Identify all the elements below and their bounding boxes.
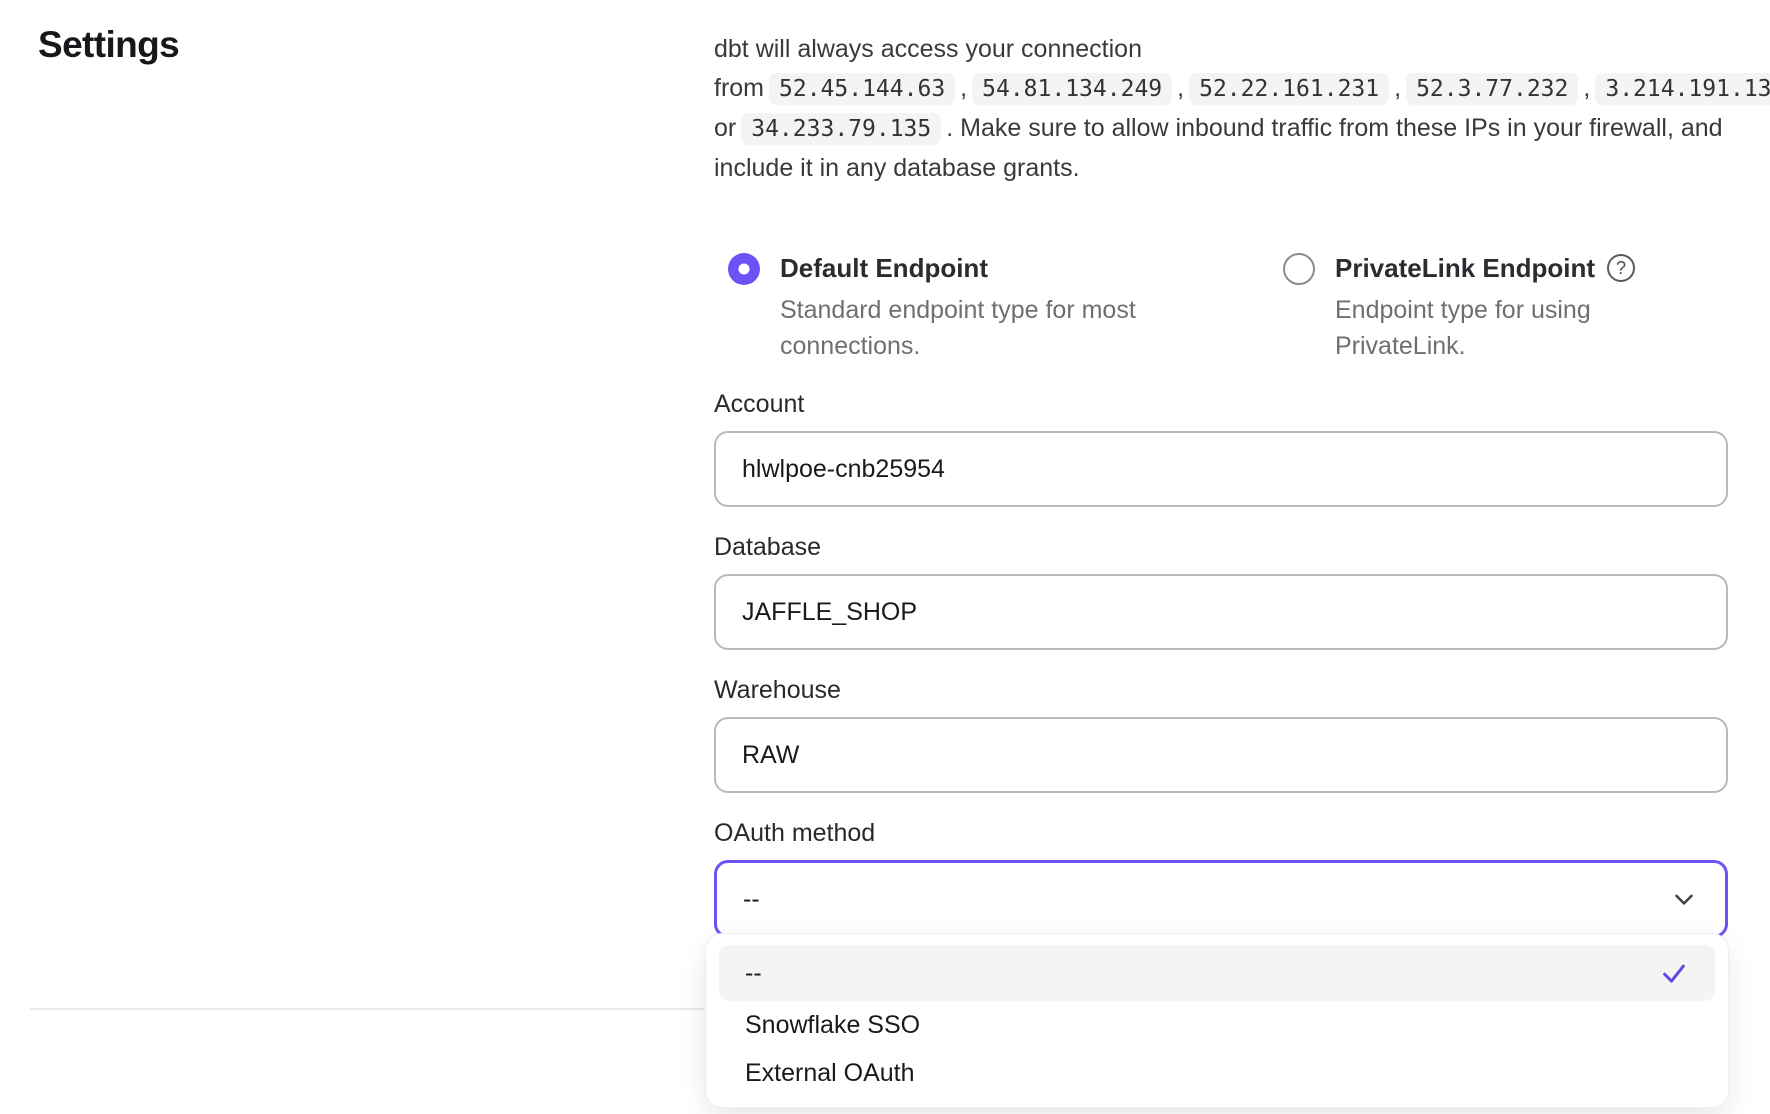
ip-address-badge: 34.233.79.135	[741, 113, 941, 145]
privatelink-endpoint-text: PrivateLink Endpoint ? Endpoint type for…	[1335, 252, 1645, 364]
account-label: Account	[714, 390, 1728, 419]
default-endpoint-description: Standard endpoint type for most connecti…	[780, 292, 1180, 364]
privatelink-endpoint-description: Endpoint type for using PrivateLink.	[1335, 292, 1645, 364]
endpoint-type-radio-group: Default Endpoint Standard endpoint type …	[714, 252, 1728, 364]
help-question-icon[interactable]: ?	[1607, 254, 1635, 282]
notice-text: ,	[1177, 74, 1184, 102]
radio-privatelink-endpoint[interactable]: PrivateLink Endpoint ? Endpoint type for…	[1283, 252, 1645, 364]
warehouse-label: Warehouse	[714, 676, 1728, 705]
oauth-method-field: OAuth method --	[714, 819, 1728, 938]
radio-selected-icon[interactable]	[728, 253, 760, 285]
radio-unselected-icon[interactable]	[1283, 253, 1315, 285]
ip-address-badge: 52.3.77.232	[1406, 73, 1578, 105]
notice-text: ,	[960, 74, 967, 102]
radio-default-endpoint[interactable]: Default Endpoint Standard endpoint type …	[728, 252, 1283, 364]
ip-address-badge: 52.45.144.63	[769, 73, 955, 105]
option-label: External OAuth	[745, 1059, 915, 1088]
option-label: --	[745, 959, 762, 988]
warehouse-field: Warehouse	[714, 676, 1728, 793]
section-divider	[30, 1008, 704, 1010]
ip-allowlist-notice: dbt will always access your connection f…	[714, 30, 1728, 188]
default-endpoint-label: Default Endpoint	[780, 252, 1180, 284]
ip-address-badge: 3.214.191.130	[1595, 73, 1770, 105]
oauth-method-dropdown-menu: -- Snowflake SSO External OAuth	[706, 934, 1728, 1107]
ip-address-badge: 52.22.161.231	[1189, 73, 1389, 105]
database-label: Database	[714, 533, 1728, 562]
account-input[interactable]	[714, 431, 1728, 507]
dropdown-option-snowflake-sso[interactable]: Snowflake SSO	[719, 1001, 1715, 1049]
oauth-method-value: --	[743, 885, 760, 914]
warehouse-input[interactable]	[714, 717, 1728, 793]
dropdown-option-none[interactable]: --	[719, 945, 1715, 1001]
ip-address-badge: 54.81.134.249	[972, 73, 1172, 105]
page-title: Settings	[38, 24, 179, 66]
oauth-method-select[interactable]: --	[714, 860, 1728, 938]
privatelink-endpoint-label: PrivateLink Endpoint	[1335, 252, 1595, 284]
account-field: Account	[714, 390, 1728, 507]
notice-text: ,	[1583, 74, 1590, 102]
database-field: Database	[714, 533, 1728, 650]
dropdown-option-external-oauth[interactable]: External OAuth	[719, 1049, 1715, 1097]
check-icon	[1659, 958, 1689, 988]
chevron-down-icon	[1669, 884, 1699, 914]
oauth-method-label: OAuth method	[714, 819, 1728, 848]
connection-settings-column: dbt will always access your connection f…	[714, 30, 1728, 938]
notice-text: ,	[1394, 74, 1401, 102]
default-endpoint-text: Default Endpoint Standard endpoint type …	[780, 252, 1180, 364]
database-input[interactable]	[714, 574, 1728, 650]
option-label: Snowflake SSO	[745, 1011, 920, 1040]
